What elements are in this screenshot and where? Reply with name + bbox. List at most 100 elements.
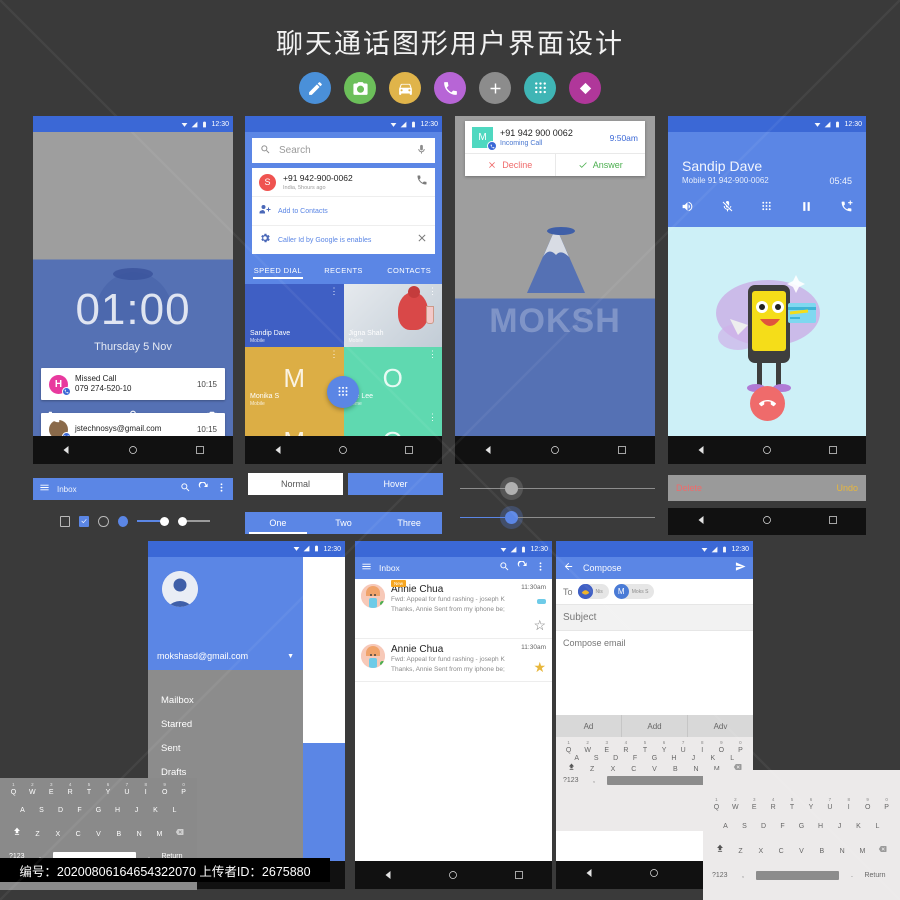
hold-icon[interactable] bbox=[800, 200, 813, 218]
home-button[interactable] bbox=[761, 444, 774, 457]
backspace-key[interactable] bbox=[170, 828, 190, 838]
key-u[interactable]: 7U bbox=[117, 782, 136, 797]
key-e[interactable]: 3E bbox=[745, 797, 764, 812]
key-h[interactable]: H bbox=[664, 755, 683, 762]
plus-icon[interactable] bbox=[479, 72, 511, 104]
overflow-icon[interactable]: ⋮ bbox=[428, 349, 437, 359]
key-q[interactable]: 1Q bbox=[4, 782, 23, 797]
tab-one[interactable]: One bbox=[245, 512, 311, 534]
back-arrow-icon[interactable] bbox=[563, 559, 574, 577]
back-button[interactable] bbox=[381, 869, 394, 882]
key-o[interactable]: 9O bbox=[155, 782, 174, 797]
key-t[interactable]: 5T bbox=[783, 797, 802, 812]
key-r[interactable]: 4R bbox=[616, 740, 635, 755]
key-y[interactable]: 6Y bbox=[99, 782, 118, 797]
lock-icon[interactable] bbox=[126, 410, 140, 429]
slider-blue[interactable] bbox=[460, 511, 655, 524]
speed-dial-tile[interactable]: ⋮ Jigna Shah Mobile bbox=[343, 284, 442, 347]
star-icon-outline[interactable]: ☆ bbox=[520, 618, 546, 632]
key-u[interactable]: 7U bbox=[674, 740, 693, 755]
send-icon[interactable] bbox=[735, 559, 746, 577]
shift-key[interactable] bbox=[561, 762, 582, 773]
key-r[interactable]: 4R bbox=[61, 782, 80, 797]
key-p[interactable]: 0P bbox=[877, 797, 896, 812]
key-f[interactable]: F bbox=[70, 807, 89, 814]
suggestion-3[interactable]: Adv bbox=[688, 715, 753, 737]
key-u[interactable]: 7U bbox=[820, 797, 839, 812]
phone-icon[interactable] bbox=[434, 72, 466, 104]
speed-dial-tile[interactable]: ⋮ O Ole Lee Home bbox=[343, 347, 442, 410]
key-i[interactable]: 8I bbox=[136, 782, 155, 797]
key-y[interactable]: 6Y bbox=[655, 740, 674, 755]
back-button[interactable] bbox=[583, 866, 595, 884]
key-c[interactable]: C bbox=[771, 848, 791, 855]
key-j[interactable]: J bbox=[127, 807, 146, 814]
key-j[interactable]: J bbox=[684, 755, 703, 762]
key-g[interactable]: G bbox=[645, 755, 664, 762]
mail-list-item[interactable]: New Annie Chua Fwd: Appeal for fund rash… bbox=[355, 579, 552, 639]
key-e[interactable]: 3E bbox=[42, 782, 61, 797]
comma-key[interactable]: , bbox=[736, 872, 750, 879]
key-a[interactable]: A bbox=[567, 755, 586, 762]
key-v[interactable]: V bbox=[644, 766, 665, 773]
key-z[interactable]: Z bbox=[582, 766, 603, 773]
key-d[interactable]: D bbox=[754, 823, 773, 830]
back-button[interactable] bbox=[695, 444, 708, 457]
pencil-icon[interactable] bbox=[299, 72, 331, 104]
call-icon[interactable] bbox=[416, 173, 428, 191]
key-h[interactable]: H bbox=[811, 823, 830, 830]
key-c[interactable]: C bbox=[623, 766, 644, 773]
key-d[interactable]: D bbox=[51, 807, 70, 814]
search-input[interactable]: Search bbox=[252, 138, 435, 163]
key-b[interactable]: B bbox=[109, 831, 129, 838]
key-a[interactable]: A bbox=[13, 807, 32, 814]
key-o[interactable]: 9O bbox=[858, 797, 877, 812]
key-x[interactable]: X bbox=[603, 766, 624, 773]
snackbar-delete-action[interactable]: Delete bbox=[676, 483, 702, 493]
tab-speed-dial[interactable]: SPEED DIAL bbox=[245, 266, 311, 279]
mail-list-item[interactable]: Annie Chua Fwd: Appeal for fund rashing … bbox=[355, 639, 552, 682]
key-a[interactable]: A bbox=[716, 823, 735, 830]
key-k[interactable]: K bbox=[849, 823, 868, 830]
key-o[interactable]: 9O bbox=[712, 740, 731, 755]
tab-contacts[interactable]: CONTACTS bbox=[376, 266, 442, 275]
key-c[interactable]: C bbox=[68, 831, 88, 838]
key-l[interactable]: L bbox=[868, 823, 887, 830]
slider-grey[interactable] bbox=[460, 482, 655, 495]
tab-recents[interactable]: RECENTS bbox=[311, 266, 377, 275]
key-p[interactable]: 0P bbox=[174, 782, 193, 797]
key-f[interactable]: F bbox=[773, 823, 792, 830]
camera-icon[interactable] bbox=[344, 72, 376, 104]
recipient-chip[interactable]: M Moks S bbox=[613, 584, 655, 599]
tab-three[interactable]: Three bbox=[376, 512, 442, 534]
button-normal[interactable]: Normal bbox=[248, 473, 343, 495]
key-l[interactable]: L bbox=[165, 807, 184, 814]
car-icon[interactable] bbox=[389, 72, 421, 104]
search-icon[interactable] bbox=[180, 480, 191, 498]
drawer-item-starred[interactable]: Starred bbox=[161, 719, 192, 730]
key-m[interactable]: M bbox=[852, 848, 872, 855]
key-z[interactable]: Z bbox=[730, 848, 750, 855]
overflow-icon[interactable] bbox=[535, 559, 546, 577]
caller-id-row[interactable]: Caller Id by Google is enables bbox=[252, 226, 435, 254]
key-t[interactable]: 5T bbox=[635, 740, 654, 755]
suggestion-1[interactable]: Ad bbox=[556, 715, 622, 737]
refresh-icon[interactable] bbox=[517, 559, 528, 577]
dialpad-icon[interactable] bbox=[760, 200, 773, 218]
end-call-button[interactable] bbox=[750, 386, 785, 421]
overflow-icon[interactable]: ⋮ bbox=[330, 349, 339, 359]
shift-key[interactable] bbox=[710, 843, 730, 855]
recents-button[interactable] bbox=[193, 444, 206, 457]
key-k[interactable]: K bbox=[146, 807, 165, 814]
key-w[interactable]: 2W bbox=[726, 797, 745, 812]
back-button[interactable] bbox=[482, 444, 495, 457]
decline-button[interactable]: Decline bbox=[465, 154, 556, 176]
key-j[interactable]: J bbox=[830, 823, 849, 830]
notification-card-missed-call[interactable]: H Missed Call 079 274-520-10 10:15 bbox=[41, 368, 225, 400]
home-button[interactable] bbox=[126, 444, 139, 457]
camera-shortcut-icon[interactable] bbox=[205, 410, 219, 429]
refresh-icon[interactable] bbox=[198, 480, 209, 498]
add-call-icon[interactable] bbox=[840, 200, 853, 218]
key-b[interactable]: B bbox=[665, 766, 686, 773]
slider-small-filled[interactable] bbox=[136, 516, 169, 526]
